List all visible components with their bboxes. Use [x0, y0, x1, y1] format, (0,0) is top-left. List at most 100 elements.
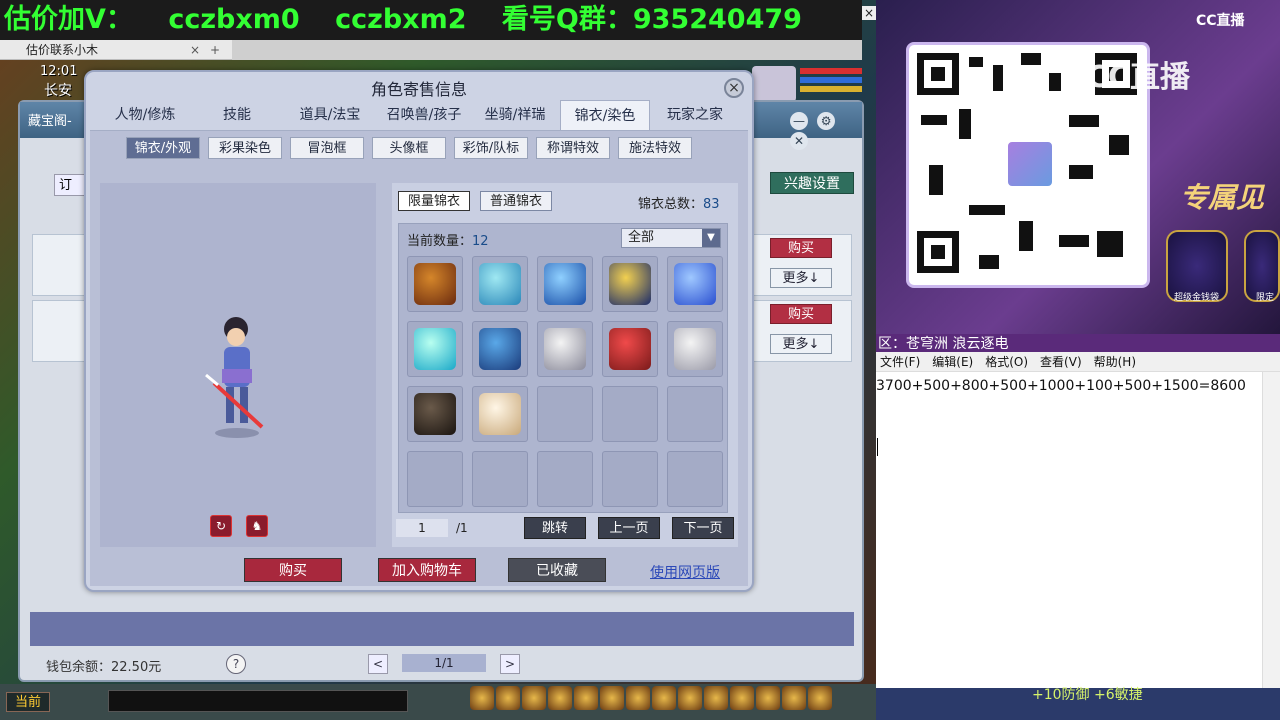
filter-limited[interactable]: 限量锦衣: [398, 191, 470, 211]
prev-page-icon[interactable]: <: [368, 654, 388, 674]
prev-page-button[interactable]: 上一页: [598, 517, 660, 539]
jump-button[interactable]: 跳转: [524, 517, 586, 539]
quick-slot[interactable]: [782, 686, 806, 710]
listing-buy-button[interactable]: 购买: [770, 238, 832, 258]
feather-board-icon: [479, 263, 521, 305]
tab-items[interactable]: 道具/法宝: [282, 100, 378, 130]
water-swirl-icon: [674, 263, 716, 305]
costume-slot[interactable]: [472, 321, 528, 377]
next-page-button[interactable]: 下一页: [672, 517, 734, 539]
category-value: 全部: [628, 230, 655, 245]
subtab-title-effect[interactable]: 称谓特效: [536, 137, 610, 159]
menu-view[interactable]: 查看(V): [1040, 352, 1082, 371]
banner-segment: 看号Q群：935240479: [501, 4, 802, 35]
portrait-card-icon: [609, 263, 651, 305]
quick-slot[interactable]: [756, 686, 780, 710]
player-avatar[interactable]: [752, 66, 796, 102]
tab-skills[interactable]: 技能: [192, 100, 282, 130]
quick-slot[interactable]: [496, 686, 520, 710]
close-icon[interactable]: ✕: [790, 132, 808, 150]
page-input[interactable]: 1: [396, 519, 448, 537]
costume-slot[interactable]: [407, 386, 463, 442]
subtab-cast-effect[interactable]: 施法特效: [618, 137, 692, 159]
qr-finder: [917, 53, 959, 95]
dialog-close-icon[interactable]: ×: [724, 78, 744, 98]
chat-input[interactable]: [108, 690, 408, 712]
menu-file[interactable]: 文件(F): [880, 352, 920, 371]
tab-player-home[interactable]: 玩家之家: [650, 100, 740, 130]
tab-pets[interactable]: 召唤兽/孩子: [378, 100, 470, 130]
tab-strip: [232, 40, 862, 60]
quick-slot[interactable]: [522, 686, 546, 710]
costume-slot[interactable]: [667, 256, 723, 312]
tab-character[interactable]: 人物/修炼: [98, 100, 192, 130]
browser-tab[interactable]: 估价联系小木 × +: [0, 40, 232, 60]
buy-button[interactable]: 购买: [244, 558, 342, 582]
quick-slot[interactable]: [548, 686, 572, 710]
favorited-button[interactable]: 已收藏: [508, 558, 606, 582]
anger-bar: [800, 86, 862, 92]
page-total: /1: [456, 521, 468, 535]
minimize-icon[interactable]: —: [790, 112, 808, 130]
tab-mounts[interactable]: 坐骑/祥瑞: [470, 100, 560, 130]
costume-slot[interactable]: [537, 321, 593, 377]
help-icon[interactable]: ?: [226, 654, 246, 674]
total-value: 83: [703, 197, 720, 212]
quick-slot[interactable]: [808, 686, 832, 710]
notepad-scrollbar[interactable]: [1262, 372, 1280, 688]
quick-slot[interactable]: [470, 686, 494, 710]
listing-more-button[interactable]: 更多↓: [770, 334, 832, 354]
costume-slot[interactable]: [602, 321, 658, 377]
current-count: 当前数量：12: [407, 230, 489, 249]
banner-close-icon[interactable]: ×: [862, 6, 876, 20]
chat-channel-button[interactable]: 当前: [6, 692, 50, 712]
listing-buy-button[interactable]: 购买: [770, 304, 832, 324]
quick-slot[interactable]: [652, 686, 676, 710]
costume-slot[interactable]: [472, 256, 528, 312]
filter-normal[interactable]: 普通锦衣: [480, 191, 552, 211]
notepad-menu: 文件(F) 编辑(E) 格式(O) 查看(V) 帮助(H): [876, 352, 1280, 372]
add-to-cart-button[interactable]: 加入购物车: [378, 558, 476, 582]
notepad-text[interactable]: 3700+500+800+500+1000+100+500+1500=8600: [876, 376, 1248, 396]
quick-slot[interactable]: [626, 686, 650, 710]
subtab-bubble-frame[interactable]: 冒泡框: [290, 137, 364, 159]
tab-costumes[interactable]: 锦衣/染色: [560, 100, 650, 130]
page-indicator: 1/1: [402, 654, 486, 672]
menu-edit[interactable]: 编辑(E): [932, 352, 973, 371]
tab-close-icon[interactable]: ×: [190, 40, 200, 60]
subtab-appearance[interactable]: 锦衣/外观: [126, 137, 200, 159]
subtab-team-badge[interactable]: 彩饰/队标: [454, 137, 528, 159]
quick-slot[interactable]: [678, 686, 702, 710]
costume-slot[interactable]: [407, 256, 463, 312]
rotate-icon[interactable]: ↻: [210, 515, 232, 537]
subtab-avatar-frame[interactable]: 头像框: [372, 137, 446, 159]
settings-icon[interactable]: ⚙: [817, 112, 836, 130]
next-page-icon[interactable]: >: [500, 654, 520, 674]
costume-slot[interactable]: [667, 321, 723, 377]
subtab-dye[interactable]: 彩果染色: [208, 137, 282, 159]
qr-finder: [917, 231, 959, 273]
count-label: 当前数量：: [407, 234, 473, 249]
menu-format[interactable]: 格式(O): [985, 352, 1028, 371]
costume-slot[interactable]: [472, 386, 528, 442]
new-tab-icon[interactable]: +: [210, 40, 220, 60]
listing-more-button[interactable]: 更多↓: [770, 268, 832, 288]
pose-icon[interactable]: ♞: [246, 515, 268, 537]
ad-banner: 估价加V： cczbxm0 cczbxm2 看号Q群：935240479: [0, 0, 862, 40]
promo-caption: 限定: [1256, 293, 1275, 303]
category-select[interactable]: 全部 ▼: [621, 228, 721, 248]
quick-slot[interactable]: [730, 686, 754, 710]
empty-costume-slot: [537, 386, 593, 442]
menu-help[interactable]: 帮助(H): [1094, 352, 1136, 371]
interest-settings-button[interactable]: 兴趣设置: [770, 172, 854, 194]
red-hair-icon: [609, 328, 651, 370]
costume-slot[interactable]: [537, 256, 593, 312]
quick-slot[interactable]: [574, 686, 598, 710]
promo-caption: 超级金钱袋: [1174, 293, 1220, 303]
white-robe-icon: [544, 328, 586, 370]
costume-slot[interactable]: [602, 256, 658, 312]
quick-slot[interactable]: [600, 686, 624, 710]
quick-slot[interactable]: [704, 686, 728, 710]
web-version-link[interactable]: 使用网页版: [650, 562, 720, 582]
costume-slot[interactable]: [407, 321, 463, 377]
